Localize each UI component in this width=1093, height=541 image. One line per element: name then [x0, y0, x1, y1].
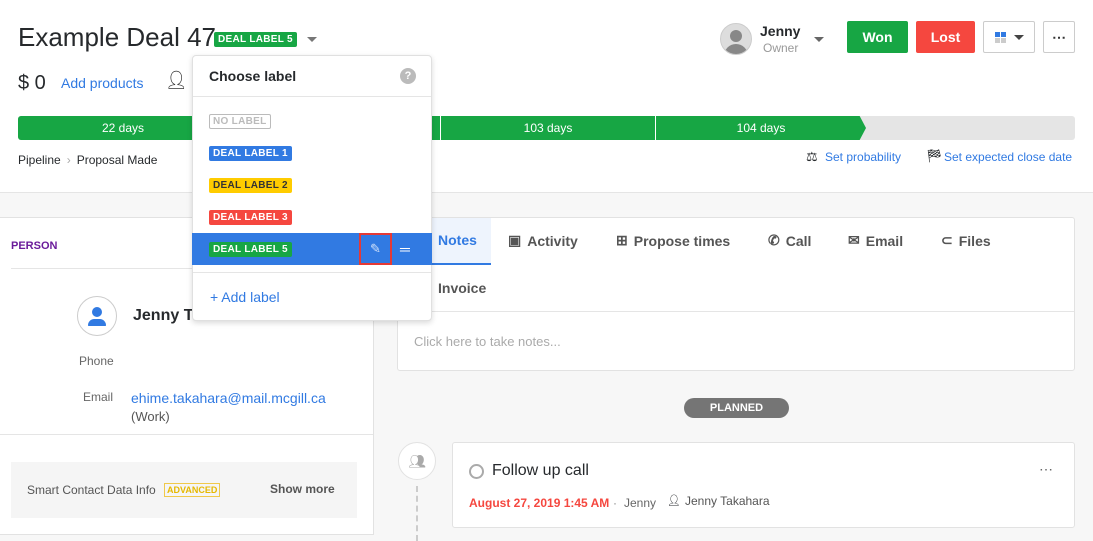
tab-notes[interactable]: Notes	[438, 232, 477, 248]
label-option-2[interactable]: DEAL LABEL 2	[193, 169, 433, 201]
edit-label-pencil-icon[interactable]: ✎	[359, 233, 392, 265]
person-icon[interactable]: 👤︎	[165, 70, 188, 91]
tab-call[interactable]: ✆ Call	[768, 232, 811, 249]
owner-avatar[interactable]	[720, 23, 752, 55]
grid-icon	[994, 31, 1006, 43]
label-option-1[interactable]: DEAL LABEL 1	[193, 137, 433, 169]
tab-activity[interactable]: ▣ Activity	[508, 232, 578, 249]
set-probability-link[interactable]: Set probability	[825, 150, 901, 164]
label-option-no-label[interactable]: NO LABEL	[193, 105, 433, 137]
show-more-button[interactable]: Show more	[270, 482, 335, 496]
pipeline-stage[interactable]: 104 days	[655, 116, 866, 140]
calendar-icon: ▣	[508, 232, 522, 248]
view-switcher-button[interactable]	[983, 21, 1035, 53]
scale-icon: ⚖	[806, 149, 818, 164]
phone-icon: ✆	[768, 232, 780, 248]
set-close-date-link[interactable]: Set expected close date	[944, 150, 1072, 164]
smart-contact-box: Smart Contact Data Info ADVANCED Show mo…	[11, 462, 357, 518]
label-dropdown-caret-icon[interactable]	[307, 37, 317, 47]
owner-caret-icon[interactable]	[814, 37, 824, 47]
email-type: (Work)	[131, 409, 170, 424]
tab-invoice[interactable]: Invoice	[438, 280, 486, 296]
tab-email[interactable]: ✉ Email	[848, 232, 903, 249]
add-label-button[interactable]: + Add label	[210, 289, 280, 305]
activity-person[interactable]: Jenny Takahara	[685, 494, 770, 508]
drag-handle-icon[interactable]: ═	[400, 233, 410, 265]
deal-title[interactable]: Example Deal 47	[18, 22, 216, 53]
activity-more-button[interactable]: ⋯	[1039, 461, 1053, 478]
activity-card[interactable]: Follow up call ⋯ August 27, 2019 1:45 AM…	[452, 442, 1075, 528]
caret-down-icon	[1013, 34, 1024, 45]
label-option-3[interactable]: DEAL LABEL 3	[193, 201, 433, 233]
calendar-plus-icon: ⊞	[616, 232, 628, 248]
chevron-right-icon: ›	[66, 153, 71, 167]
lost-button[interactable]: Lost	[916, 21, 975, 53]
envelope-icon: ✉	[848, 232, 860, 248]
dropdown-title: Choose label	[209, 68, 297, 84]
planned-badge: PLANNED	[684, 398, 789, 418]
activity-date: August 27, 2019 1:45 AM	[469, 496, 610, 510]
advanced-badge: ADVANCED	[164, 483, 221, 497]
checkered-flag-icon: 🏁︎	[926, 148, 943, 163]
pipeline-stage[interactable]: 103 days	[440, 116, 655, 140]
person-avatar[interactable]	[77, 296, 117, 336]
person-small-icon: 👤︎	[667, 495, 681, 507]
phone-label: Phone	[79, 354, 114, 368]
owner-role: Owner	[763, 41, 799, 55]
choose-label-dropdown: Choose label ? NO LABEL DEAL LABEL 1 DEA…	[192, 55, 432, 321]
person-heading: PERSON	[11, 240, 58, 252]
add-products-link[interactable]: Add products	[61, 75, 144, 91]
deal-label-badge[interactable]: DEAL LABEL 5	[214, 32, 297, 47]
breadcrumb-stage[interactable]: Proposal Made	[77, 153, 158, 167]
activity-owner: Jenny	[624, 496, 657, 510]
tab-propose-times[interactable]: ⊞ Propose times	[616, 232, 730, 249]
breadcrumb: Pipeline › Proposal Made	[18, 153, 157, 167]
notes-input[interactable]: Click here to take notes...	[414, 334, 561, 349]
paperclip-icon: ⊂	[941, 232, 953, 248]
won-button[interactable]: Won	[847, 21, 908, 53]
owner-name: Jenny	[760, 23, 801, 39]
tab-files[interactable]: ⊂ Files	[941, 232, 991, 249]
meeting-icon: 👥︎	[398, 442, 436, 480]
smart-contact-label: Smart Contact Data Info	[27, 483, 156, 497]
activity-title[interactable]: Follow up call	[492, 462, 589, 480]
deal-value[interactable]: $ 0	[18, 72, 46, 95]
email-link[interactable]: ehime.takahara@mail.mcgill.ca	[131, 390, 326, 406]
help-icon[interactable]: ?	[400, 68, 416, 84]
more-options-button[interactable]: ⋯	[1043, 21, 1075, 53]
label-option-5[interactable]: DEAL LABEL 5 ✎ ═	[192, 233, 432, 265]
breadcrumb-pipeline[interactable]: Pipeline	[18, 153, 61, 167]
person-name[interactable]: Jenny T	[133, 307, 193, 325]
activity-checkbox[interactable]	[469, 464, 484, 479]
email-label: Email	[83, 390, 114, 404]
